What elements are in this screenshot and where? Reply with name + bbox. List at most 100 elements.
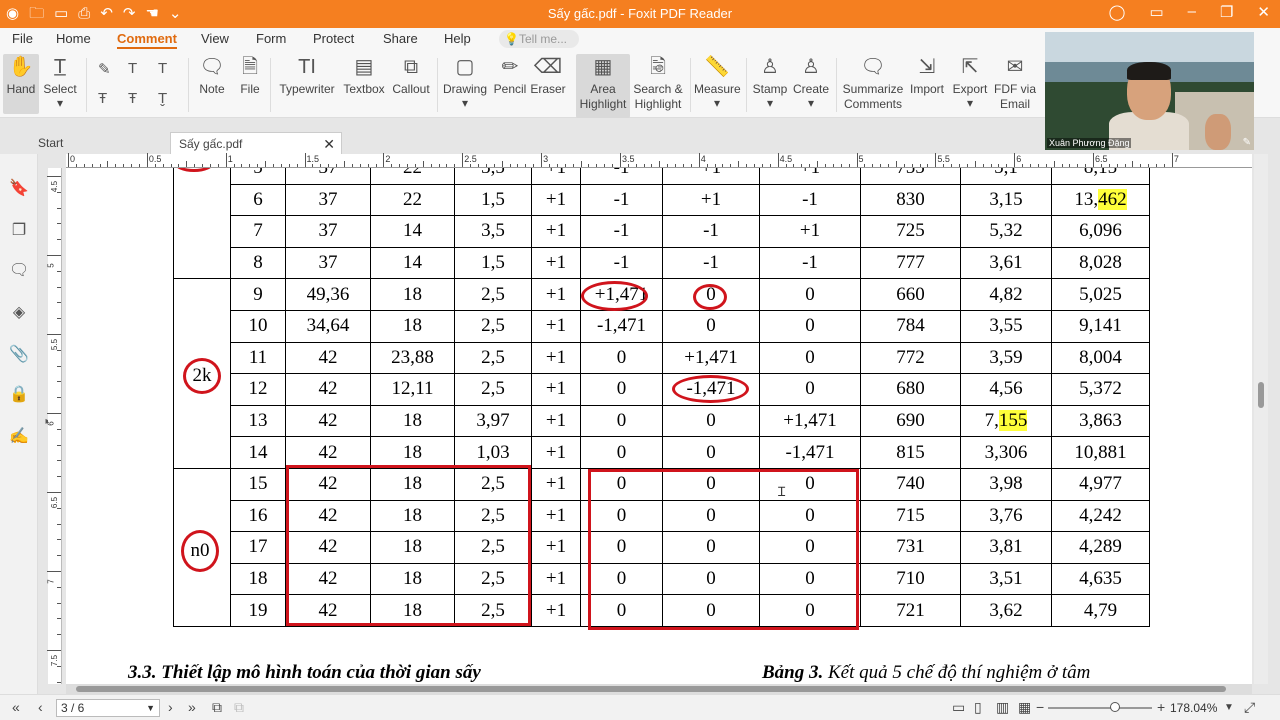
previous-page-icon[interactable]: ‹ — [38, 699, 43, 715]
menu-file[interactable]: File — [12, 31, 33, 46]
zoom-level[interactable]: 178.04% — [1170, 701, 1217, 715]
signature-icon[interactable]: ✍ — [9, 426, 29, 446]
vertical-scroll-thumb[interactable] — [1258, 382, 1264, 408]
restore-button[interactable]: ❐ — [1220, 3, 1233, 21]
first-page-icon[interactable]: « — [12, 699, 20, 715]
tab-document[interactable]: Sấy gấc.pdf ✕ — [170, 132, 342, 154]
vertical-scrollbar[interactable] — [1254, 154, 1268, 684]
group-label-2k[interactable]: 2k — [183, 358, 221, 394]
horizontal-scrollbar[interactable] — [66, 684, 1252, 694]
menu-view[interactable]: View — [201, 31, 229, 46]
table-cell: -1 — [580, 168, 663, 185]
pencil-button[interactable]: ✏ Pencil — [493, 54, 527, 96]
table-cell: 2,5 — [454, 373, 532, 406]
import-button[interactable]: ⇲ Import — [907, 54, 947, 96]
circle-x1-positive-alpha[interactable] — [581, 281, 648, 311]
measure-button[interactable]: 📏 Measure ▾ — [694, 54, 741, 110]
menu-home[interactable]: Home — [56, 31, 91, 46]
search-highlight-button[interactable]: 🗟 Search & Highlight — [632, 54, 684, 112]
tab-document-label: Sấy gấc.pdf — [179, 137, 243, 151]
menu-share[interactable]: Share — [383, 31, 418, 46]
ribbon-toggle-icon[interactable]: ▭ — [1149, 3, 1163, 21]
page-dropdown-icon[interactable]: ▼ — [146, 700, 155, 716]
table-cell: 0 — [662, 404, 760, 438]
note-button[interactable]: 🗨 Note — [197, 54, 227, 96]
strikeout-text-icon[interactable]: Ŧ — [98, 90, 107, 107]
select-button[interactable]: T̲ Select ▾ — [41, 54, 79, 110]
table-cell: 680 — [860, 373, 961, 406]
menu-comment[interactable]: Comment — [117, 31, 177, 49]
table-cell: 0 — [759, 341, 861, 375]
table-cell: +1 — [531, 246, 581, 280]
attachments-icon[interactable]: 📎 — [9, 344, 29, 364]
zoom-dropdown-icon[interactable]: ▼ — [1224, 702, 1234, 713]
close-button[interactable]: ✕ — [1257, 3, 1270, 21]
menu-form[interactable]: Form — [256, 31, 286, 46]
table-cell: +1 — [759, 168, 861, 185]
minimize-button[interactable]: – — [1188, 3, 1196, 21]
zoom-in-icon[interactable]: + — [1157, 699, 1165, 715]
underline-text-icon[interactable]: T — [128, 60, 137, 77]
zoom-slider-knob[interactable] — [1110, 702, 1120, 712]
replace-text-icon[interactable]: Ŧ — [128, 90, 137, 107]
group-label-n0[interactable]: n0 — [181, 530, 219, 572]
table-cell: +1 — [531, 183, 581, 217]
zoom-slider-track[interactable] — [1048, 707, 1152, 709]
circle-x2-negative-alpha[interactable] — [672, 375, 749, 403]
table-cell: -1,471 — [759, 436, 861, 469]
box-center-coded-levels[interactable] — [588, 469, 859, 630]
next-page-icon[interactable]: › — [168, 699, 173, 715]
tell-me-search[interactable]: 💡 Tell me... — [499, 30, 579, 48]
file-attach-button[interactable]: 🗎 File — [236, 54, 264, 96]
summarize-comments-button[interactable]: 🗨 Summarize Comments — [842, 54, 904, 112]
highlight-text-icon[interactable]: ✎ — [98, 60, 111, 78]
page-number-input[interactable]: 3 / 6 ▼ — [56, 699, 160, 717]
area-highlight-button[interactable]: ▦ Area Highlight — [576, 54, 630, 118]
textbox-button[interactable]: ▤ Textbox — [341, 54, 387, 96]
export-button[interactable]: ⇱ Export ▾ — [950, 54, 990, 110]
go-back-view-icon[interactable]: ⧉ — [212, 699, 222, 716]
table-cell: 22 — [370, 168, 455, 185]
single-page-icon[interactable]: ▭ — [952, 699, 965, 716]
horizontal-scroll-thumb[interactable] — [76, 686, 1226, 692]
zoom-out-icon[interactable]: − — [1036, 699, 1044, 715]
fullscreen-icon[interactable]: ⤢ — [1244, 699, 1255, 716]
facing-page-icon[interactable]: ▥ — [996, 699, 1009, 716]
box-center-factors[interactable] — [286, 465, 531, 626]
drawing-button[interactable]: ▢ Drawing ▾ — [443, 54, 487, 110]
circle-x2-zero[interactable] — [693, 284, 727, 310]
insert-text-icon[interactable]: T̬ — [158, 90, 167, 107]
table-cell: 42 — [285, 436, 371, 469]
comments-icon[interactable]: 🗨 — [9, 260, 29, 280]
go-forward-view-icon[interactable]: ⧉ — [234, 699, 244, 716]
pdf-page[interactable]: 537223,5+1-1+1+17555,18,15637221,5+1-1+1… — [66, 168, 1252, 684]
account-icon[interactable]: ◯ — [1109, 3, 1126, 21]
stamp-button[interactable]: ♙ Stamp ▾ — [752, 54, 788, 110]
create-stamp-button[interactable]: ♙ Create ▾ — [792, 54, 830, 110]
eraser-button[interactable]: ⌫ Eraser — [530, 54, 566, 96]
table-cell: 34,64 — [285, 309, 371, 343]
squiggly-text-icon[interactable]: T — [158, 60, 167, 77]
hand-button[interactable]: ✋ Hand — [3, 54, 39, 114]
tab-start[interactable]: Start — [30, 132, 170, 154]
close-tab-icon[interactable]: ✕ — [323, 133, 335, 155]
typewriter-button[interactable]: TI Typewriter — [278, 54, 336, 96]
table-cell: 13 — [230, 404, 286, 438]
menu-protect[interactable]: Protect — [313, 31, 354, 46]
import-icon: ⇲ — [918, 56, 936, 78]
layers-icon[interactable]: ◈ — [9, 302, 29, 322]
table-cell: 3,5 — [454, 215, 532, 248]
textbox-icon: ▤ — [354, 56, 374, 78]
callout-button[interactable]: ⧉ Callout — [391, 54, 431, 96]
table-cell: +1 — [531, 436, 581, 469]
fdf-email-button[interactable]: ✉ FDF via Email — [993, 54, 1037, 112]
pages-icon[interactable]: ❐ — [9, 220, 29, 240]
continuous-page-icon[interactable]: ▯ — [974, 699, 982, 716]
last-page-icon[interactable]: » — [188, 699, 196, 715]
table-cell: +1 — [759, 215, 861, 248]
continuous-facing-icon[interactable]: ▦ — [1018, 699, 1031, 716]
bookmark-icon[interactable]: 🔖 — [9, 178, 29, 198]
security-icon[interactable]: 🔒 — [9, 384, 29, 404]
menu-help[interactable]: Help — [444, 31, 471, 46]
table-cell: 715 — [860, 499, 961, 533]
